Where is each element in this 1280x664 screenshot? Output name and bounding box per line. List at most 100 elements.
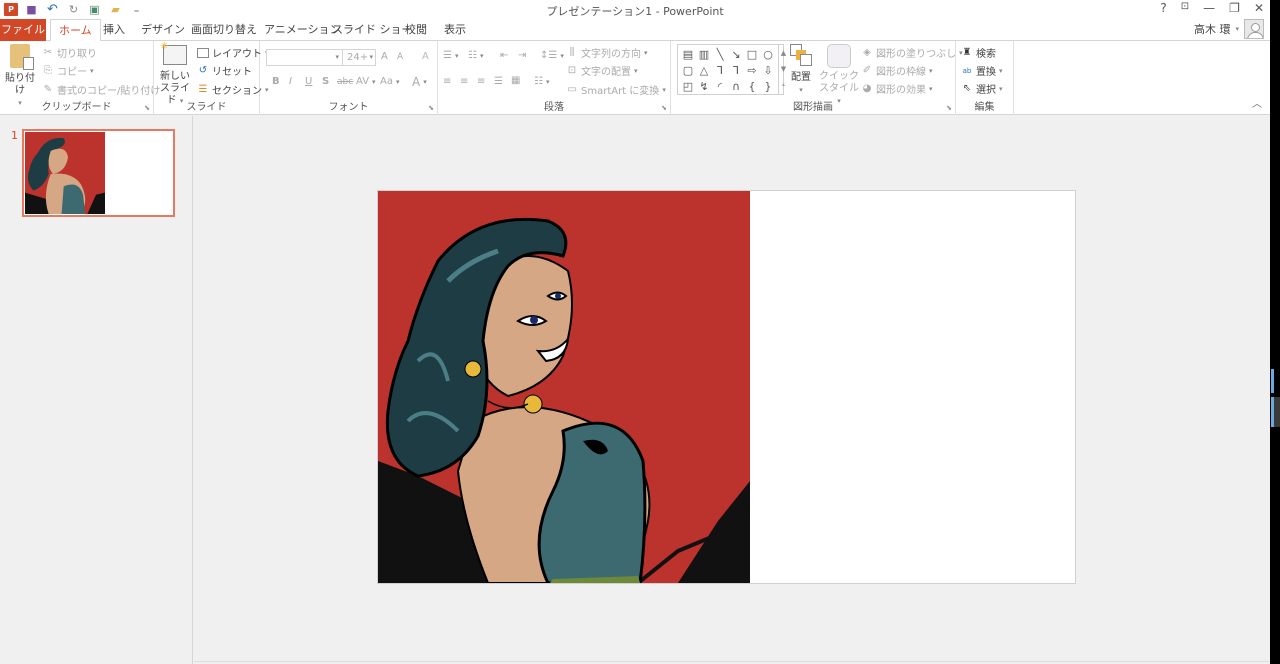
tab-insert[interactable]: 挿入 [95, 19, 133, 41]
tab-review[interactable]: 校閲 [397, 19, 435, 41]
paint-bucket-icon: ◈ [863, 46, 871, 58]
window-title: プレゼンテーション1 - PowerPoint [546, 5, 724, 18]
shrink-font-button[interactable]: A [397, 52, 403, 62]
numbering-button[interactable]: ☷ ▾ [468, 50, 483, 61]
reset-button[interactable]: ↺ リセット [197, 63, 252, 79]
chevron-down-icon: ▾ [1235, 25, 1239, 33]
dialog-launcher-icon[interactable]: ⬊ [144, 104, 150, 112]
shape-curve[interactable]: ∩ [728, 78, 744, 94]
format-painter-button[interactable]: ✎ 書式のコピー/貼り付け [42, 82, 161, 98]
shapes-gallery[interactable]: ▤ ▥ ╲ ↘ □ ○ ▢ △ ⅂ ⅂ ⇨ ⇩ ◰ ↯ ◜ ∩ { } ▲ ▼ ⩡ [677, 44, 786, 95]
dialog-launcher-icon[interactable]: ⬊ [946, 104, 952, 112]
group-editing: ♜ 検索 ab 置換 ▾ ⇖ 選択 ▾ 編集 [956, 41, 1014, 115]
dialog-launcher-icon[interactable]: ⬊ [428, 104, 434, 112]
bullets-button[interactable]: ☰ ▾ [443, 50, 458, 61]
tab-transitions[interactable]: 画面切り替え [183, 19, 265, 41]
align-right-button[interactable]: ≡ [477, 76, 485, 87]
font-size-combo[interactable]: 24+ ▾ [342, 49, 376, 66]
font-color-button[interactable]: A ▾ [412, 75, 427, 89]
italic-button[interactable]: I [289, 76, 292, 87]
columns-button[interactable]: ☷ ▾ [534, 76, 549, 87]
shape-down-arrow[interactable]: ⇩ [760, 62, 776, 78]
group-label: クリップボード [41, 102, 112, 113]
shape-rounded-rect[interactable]: ▢ [680, 62, 696, 78]
ribbon-display-options-icon[interactable]: ⊡ [1181, 1, 1189, 15]
more-icon[interactable]: ⩡ [782, 81, 786, 90]
align-left-button[interactable]: ≡ [443, 76, 451, 87]
help-icon[interactable]: ? [1160, 1, 1166, 15]
shape-freeform[interactable]: ◰ [680, 78, 696, 94]
tab-home[interactable]: ホーム [50, 19, 101, 42]
layout-button[interactable]: レイアウト ▾ [197, 45, 269, 60]
shape-right-brace[interactable]: } [760, 78, 776, 94]
slide-editor [194, 116, 1270, 662]
decrease-indent-button[interactable]: ⇤ [500, 50, 508, 61]
quick-styles-icon [827, 44, 851, 68]
convert-smartart-button[interactable]: ▭ SmartArt に変換 ▾ [566, 82, 666, 98]
cut-button[interactable]: ✂ 切り取り [42, 45, 97, 61]
section-icon: ☰ [198, 83, 208, 95]
group-label: 編集 [974, 102, 995, 113]
scroll-track[interactable] [1274, 397, 1280, 427]
shape-rectangle[interactable]: □ [744, 46, 760, 62]
slide-canvas[interactable] [377, 190, 1076, 584]
shape-right-arrow[interactable]: ⇨ [744, 62, 760, 78]
close-icon[interactable]: ✕ [1254, 1, 1264, 15]
increase-indent-button[interactable]: ⇥ [518, 50, 526, 61]
collapse-ribbon-icon[interactable]: ︿ [1252, 95, 1262, 110]
shape-triangle[interactable]: △ [696, 62, 712, 78]
grow-font-button[interactable]: A [381, 51, 388, 62]
select-button[interactable]: ⇖ 選択 ▾ [961, 81, 1003, 97]
shape-oval[interactable]: ○ [760, 46, 776, 62]
shape-textbox[interactable]: ▤ [680, 46, 696, 62]
smartart-label: SmartArt に変換 [581, 86, 660, 97]
group-clipboard: 貼り付け ▾ ✂ 切り取り ⎘ コピー ▾ ✎ 書式のコピー/貼り付け クリップ… [0, 41, 160, 115]
scissors-icon: ✂ [43, 46, 53, 58]
replace-button[interactable]: ab 置換 ▾ [961, 63, 1003, 79]
shape-arc[interactable]: ◜ [712, 78, 728, 94]
user-account[interactable]: 高木 環 ▾ [1194, 19, 1264, 39]
layout-icon [197, 47, 209, 58]
slide-thumbnail[interactable] [22, 129, 175, 217]
shape-fill-button[interactable]: ◈ 図形の塗りつぶし ▾ [861, 45, 962, 61]
tab-file[interactable]: ファイル [0, 19, 46, 41]
distributed-button[interactable]: ▦ [511, 75, 520, 86]
group-slides: ✳ 新しい スライド ▾ レイアウト ▾ ↺ リセット ☰ セクション ▾ スラ… [154, 41, 269, 115]
underline-button[interactable]: U [305, 76, 312, 87]
text-direction-button[interactable]: ⫼ 文字列の方向 ▾ [566, 45, 648, 61]
thumbnail-image [25, 132, 105, 214]
copy-button[interactable]: ⎘ コピー ▾ [42, 63, 94, 79]
section-button[interactable]: ☰ セクション ▾ [197, 82, 269, 98]
tab-view[interactable]: 表示 [436, 19, 474, 41]
dialog-launcher-icon[interactable]: ⬊ [661, 104, 667, 112]
shape-outline-button[interactable]: ✐ 図形の枠線 ▾ [861, 63, 933, 79]
line-spacing-button[interactable]: ↕☰ ▾ [540, 50, 564, 61]
scroll-thumb-2[interactable] [1271, 397, 1274, 427]
shape-lightning[interactable]: ↯ [696, 78, 712, 94]
shape-effects-button[interactable]: ◕ 図形の効果 ▾ [861, 81, 933, 97]
shape-arrow[interactable]: ↘ [728, 46, 744, 62]
vertical-scrollbar[interactable] [1270, 0, 1280, 664]
align-center-button[interactable]: ≡ [460, 76, 468, 87]
shape-elbow[interactable]: ⅂ [712, 62, 728, 78]
clear-formatting-button[interactable]: A [422, 51, 429, 62]
replace-icon: ab [962, 66, 972, 75]
minimize-icon[interactable]: — [1203, 1, 1215, 15]
shape-vertical-textbox[interactable]: ▥ [696, 46, 712, 62]
shape-elbow-arrow[interactable]: ⅂ [728, 62, 744, 78]
shadow-button[interactable]: S [322, 76, 329, 87]
align-text-button[interactable]: ⊡ 文字の配置 ▾ [566, 63, 638, 79]
char-spacing-button[interactable]: AV ▾ [356, 76, 376, 87]
justify-button[interactable]: ☰ [494, 76, 503, 87]
find-button[interactable]: ♜ 検索 [961, 45, 996, 61]
shape-left-brace[interactable]: { [744, 78, 760, 94]
change-case-button[interactable]: Aa ▾ [380, 76, 399, 87]
scroll-thumb[interactable] [1271, 369, 1274, 393]
bold-button[interactable]: B [272, 76, 280, 87]
arrange-button[interactable]: 配置 ▾ [786, 44, 816, 96]
pinup-illustration-image[interactable] [378, 191, 750, 583]
font-name-combo[interactable]: ▾ [266, 49, 343, 66]
shape-line[interactable]: ╲ [712, 46, 728, 62]
restore-icon[interactable]: ❐ [1229, 1, 1240, 15]
strikethrough-button[interactable]: abc [337, 77, 353, 87]
